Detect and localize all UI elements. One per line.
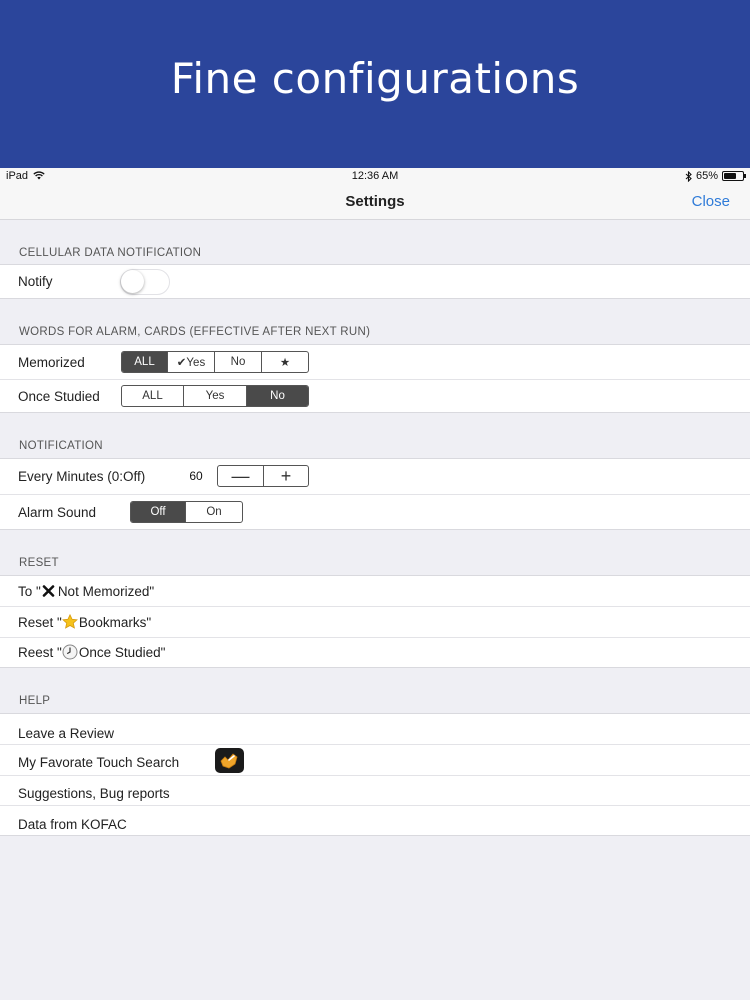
section-header-words: WORDS FOR ALARM, CARDS (EFFECTIVE AFTER … bbox=[19, 326, 371, 338]
memorized-segmented-control: ALL ✔Yes No ★ bbox=[121, 351, 309, 373]
section-header-reset: RESET bbox=[19, 557, 59, 569]
memorized-label: Memorized bbox=[18, 355, 85, 370]
bluetooth-icon bbox=[685, 170, 692, 182]
memorized-option-no[interactable]: No bbox=[215, 352, 262, 372]
every-minutes-stepper: — + bbox=[217, 465, 309, 487]
once-studied-segmented-control: ALL Yes No bbox=[121, 385, 309, 407]
reset-prefix: To " bbox=[18, 584, 41, 599]
once-studied-option-all[interactable]: ALL bbox=[122, 386, 184, 406]
section-header-cellular: CELLULAR DATA NOTIFICATION bbox=[19, 247, 202, 259]
star-icon bbox=[61, 613, 78, 629]
hand-pointer-app-icon[interactable] bbox=[215, 748, 244, 773]
memorized-option-star[interactable]: ★ bbox=[262, 352, 308, 372]
banner: Fine configurations bbox=[0, 0, 750, 168]
memorized-option-all[interactable]: ALL bbox=[122, 352, 168, 372]
group-reset: To " Not Memorized" Reset " Bookmarks" Ree… bbox=[0, 575, 750, 668]
battery-fill bbox=[724, 173, 736, 179]
toggle-knob bbox=[121, 270, 144, 293]
row-separator bbox=[0, 379, 750, 380]
row-separator bbox=[0, 637, 750, 638]
alarm-sound-segmented-control: Off On bbox=[130, 501, 243, 523]
row-separator bbox=[0, 775, 750, 776]
section-header-notification: NOTIFICATION bbox=[19, 440, 103, 452]
device-screen: iPad 12:36 AM 65% Settings Close CELLULA… bbox=[0, 168, 750, 1000]
once-studied-label: Once Studied bbox=[18, 389, 100, 404]
reset-bookmarks-row[interactable]: Reset " Bookmarks" bbox=[18, 613, 152, 630]
clock-icon bbox=[62, 644, 78, 660]
banner-title: Fine configurations bbox=[170, 54, 580, 103]
data-source-row[interactable]: Data from KOFAC bbox=[18, 817, 127, 832]
hand-pointer-icon bbox=[220, 753, 238, 769]
alarm-sound-option-on[interactable]: On bbox=[186, 502, 242, 522]
navigation-bar: Settings Close bbox=[0, 184, 750, 220]
reset-text: Once Studied" bbox=[78, 645, 166, 660]
status-right: 65% bbox=[685, 170, 746, 182]
reset-once-studied-row[interactable]: Reest " Once Studied" bbox=[18, 644, 165, 660]
group-words: Memorized ALL ✔Yes No ★ Once Studied ALL… bbox=[0, 344, 750, 413]
reset-text: Bookmarks" bbox=[78, 615, 152, 630]
reset-text: Not Memorized" bbox=[57, 584, 155, 599]
group-help: Leave a Review My Favorate Touch Search … bbox=[0, 713, 750, 836]
row-separator bbox=[0, 805, 750, 806]
status-bar: iPad 12:36 AM 65% bbox=[0, 168, 750, 184]
row-separator bbox=[0, 494, 750, 495]
section-header-help: HELP bbox=[19, 695, 51, 707]
reset-prefix: Reest " bbox=[18, 645, 62, 660]
favorite-touch-search-row[interactable]: My Favorate Touch Search bbox=[18, 755, 179, 770]
once-studied-option-yes[interactable]: Yes bbox=[184, 386, 247, 406]
leave-review-row[interactable]: Leave a Review bbox=[18, 726, 114, 741]
status-time: 12:36 AM bbox=[351, 170, 399, 182]
alarm-sound-option-off[interactable]: Off bbox=[131, 502, 187, 522]
suggestions-row[interactable]: Suggestions, Bug reports bbox=[18, 786, 170, 801]
page-title: Settings bbox=[345, 193, 405, 210]
row-separator bbox=[0, 744, 750, 745]
decrement-button[interactable]: — bbox=[218, 466, 263, 486]
group-notification: Every Minutes (0:Off) 60 — + Alarm Sound… bbox=[0, 458, 750, 530]
notify-toggle[interactable] bbox=[120, 269, 170, 295]
close-button[interactable]: Close bbox=[692, 193, 730, 210]
increment-button[interactable]: + bbox=[263, 466, 308, 486]
reset-not-memorized-row[interactable]: To " Not Memorized" bbox=[18, 584, 154, 599]
group-cellular: Notify bbox=[0, 264, 750, 299]
reset-prefix: Reset " bbox=[18, 615, 62, 630]
battery-percent: 65% bbox=[695, 170, 718, 182]
memorized-option-yes[interactable]: ✔Yes bbox=[168, 352, 215, 372]
every-minutes-label: Every Minutes (0:Off) bbox=[18, 469, 146, 484]
every-minutes-value[interactable]: 60 bbox=[177, 465, 215, 487]
once-studied-option-no[interactable]: No bbox=[247, 386, 308, 406]
alarm-sound-label: Alarm Sound bbox=[18, 505, 97, 520]
battery-icon bbox=[722, 171, 746, 181]
notify-label: Notify bbox=[18, 274, 53, 289]
x-mark-icon bbox=[42, 585, 55, 597]
row-separator bbox=[0, 606, 750, 607]
